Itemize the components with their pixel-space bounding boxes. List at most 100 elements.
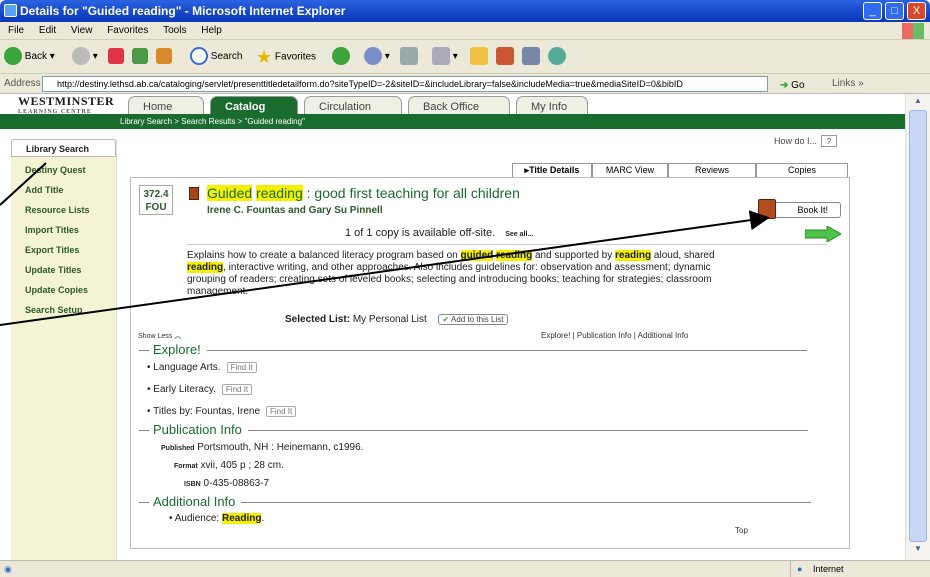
section-links[interactable]: Explore! | Publication Info | Additional…: [541, 331, 688, 340]
sidebar: Library Search Destiny Quest Add Title R…: [11, 139, 117, 560]
scrollbar-thumb[interactable]: [909, 110, 927, 542]
school-logo: WESTMINSTER LEARNING CENTRE: [18, 94, 115, 115]
messenger-icon: [548, 47, 566, 66]
menu-view[interactable]: View: [71, 25, 93, 36]
address-bar: Address http://destiny.lethsd.ab.ca/cata…: [0, 74, 930, 94]
close-button[interactable]: X: [907, 2, 926, 20]
additional-heading: Additional Info: [139, 494, 812, 509]
maximize-button[interactable]: □: [885, 2, 904, 20]
availability: 1 of 1 copy is available off-site. See al…: [345, 227, 534, 239]
edit-button[interactable]: ▾: [432, 47, 458, 67]
audience-row: • Audience: Reading.: [169, 513, 265, 524]
add-to-list-button[interactable]: ✔ Add to this List: [437, 314, 509, 325]
folder-button[interactable]: [470, 47, 488, 67]
divider: [187, 244, 827, 245]
find-it-button[interactable]: Find It: [221, 384, 253, 395]
call-number: 372.4 FOU: [139, 185, 173, 215]
show-less-link[interactable]: Show Less ︽: [138, 331, 181, 341]
tab-reviews[interactable]: Reviews: [668, 163, 756, 177]
book-icon: [189, 187, 199, 200]
sidebar-item-destiny-quest[interactable]: Destiny Quest: [11, 160, 116, 180]
sidebar-item-update-copies[interactable]: Update Copies: [11, 280, 116, 300]
menu-help[interactable]: Help: [201, 25, 222, 36]
favorites-button[interactable]: ★ Favorites: [256, 47, 316, 67]
history-icon: [332, 47, 350, 66]
publication-heading: Publication Info: [139, 422, 808, 437]
windows-logo-icon: [902, 23, 924, 39]
forward-button[interactable]: ▾: [72, 47, 98, 67]
tab-title-details[interactable]: ▸Title Details: [512, 163, 592, 177]
stop-button[interactable]: [108, 47, 124, 67]
research-button[interactable]: [496, 47, 514, 67]
folder-icon: [470, 47, 488, 66]
minimize-button[interactable]: _: [863, 2, 882, 20]
tab-copies[interactable]: Copies: [756, 163, 848, 177]
sidebar-item-search-setup[interactable]: Search Setup: [11, 300, 116, 320]
tools-button[interactable]: [522, 47, 540, 67]
find-it-button[interactable]: Find It: [226, 362, 257, 373]
menu-bar: File Edit View Favorites Tools Help: [0, 22, 930, 40]
sidebar-item-import-titles[interactable]: Import Titles: [11, 220, 116, 240]
book-authors[interactable]: Irene C. Fountas and Gary Su Pinnell: [207, 205, 383, 216]
zone-indicator: ● Internet: [790, 561, 930, 577]
tab-marc-view[interactable]: MARC View: [592, 163, 668, 177]
search-button[interactable]: Search: [190, 47, 242, 67]
mail-icon: [364, 47, 382, 66]
tab-circulation[interactable]: Circulation: [304, 96, 402, 116]
explore-heading: Explore!: [139, 342, 807, 357]
menu-file[interactable]: File: [8, 25, 24, 36]
search-icon: [190, 47, 208, 66]
vertical-scrollbar[interactable]: ▲ ▼: [905, 94, 930, 560]
stop-icon: [108, 48, 124, 65]
edit-icon: [432, 47, 450, 66]
address-input[interactable]: http://destiny.lethsd.ab.ca/cataloging/s…: [42, 76, 768, 92]
mail-button[interactable]: ▾: [364, 47, 390, 67]
sidebar-item-export-titles[interactable]: Export Titles: [11, 240, 116, 260]
tools-icon: [522, 47, 540, 66]
go-arrow-icon: ➔: [780, 80, 789, 91]
back-arrow-icon: [4, 47, 22, 66]
menu-edit[interactable]: Edit: [39, 25, 56, 36]
checkmark-icon: ✔: [442, 315, 450, 324]
sidebar-item-resource-lists[interactable]: Resource Lists: [11, 200, 116, 220]
book-it-button[interactable]: Book It!: [758, 199, 841, 219]
print-button[interactable]: [400, 47, 418, 67]
next-arrow-icon[interactable]: [805, 226, 841, 242]
go-button[interactable]: ➔ Go: [780, 76, 805, 96]
explore-item-early-literacy: • Early Literacy. Find It: [147, 384, 253, 395]
scroll-down-icon[interactable]: ▼: [909, 544, 927, 558]
see-all-link[interactable]: See all...: [505, 231, 533, 238]
how-do-i-link[interactable]: How do I...?: [774, 135, 838, 147]
scroll-up-icon[interactable]: ▲: [909, 96, 927, 110]
tab-catalog[interactable]: Catalog: [210, 96, 298, 116]
refresh-button[interactable]: [132, 47, 148, 67]
book-title: Guided reading : good first teaching for…: [207, 185, 520, 201]
ie-icon: [4, 4, 17, 17]
tab-back-office[interactable]: Back Office: [408, 96, 510, 116]
star-icon: ★: [256, 47, 273, 67]
published-row: Published Portsmouth, NH : Heinemann, c1…: [161, 442, 364, 453]
sidebar-header: Library Search: [11, 139, 116, 157]
find-it-button[interactable]: Find It: [266, 406, 297, 417]
top-link[interactable]: Top: [735, 526, 748, 535]
messenger-button[interactable]: [548, 47, 566, 67]
selected-list: Selected List: My Personal List ✔ Add to…: [285, 314, 509, 325]
tab-my-info[interactable]: My Info: [516, 96, 588, 116]
address-label: Address: [4, 78, 41, 89]
sidebar-item-add-title[interactable]: Add Title: [11, 180, 116, 200]
tab-home[interactable]: Home: [128, 96, 204, 116]
menu-tools[interactable]: Tools: [163, 25, 186, 36]
sidebar-item-update-titles[interactable]: Update Titles: [11, 260, 116, 280]
menu-favorites[interactable]: Favorites: [107, 25, 148, 36]
page-viewport: WESTMINSTER LEARNING CENTRE Home Catalog…: [0, 94, 905, 560]
links-button[interactable]: Links »: [832, 74, 864, 94]
explore-item-titles-by: • Titles by: Fountas, Irene Find It: [147, 406, 297, 417]
home-button[interactable]: [156, 47, 172, 67]
status-bar: ◉ ● Internet: [0, 560, 930, 577]
page-icon: ◉: [4, 564, 12, 574]
format-row: Format xvii, 405 p ; 28 cm.: [174, 460, 284, 471]
history-button[interactable]: [332, 47, 350, 67]
back-button[interactable]: Back ▾: [4, 47, 55, 67]
forward-arrow-icon: [72, 47, 90, 66]
title-bar: Details for "Guided reading" - Microsoft…: [0, 0, 930, 22]
